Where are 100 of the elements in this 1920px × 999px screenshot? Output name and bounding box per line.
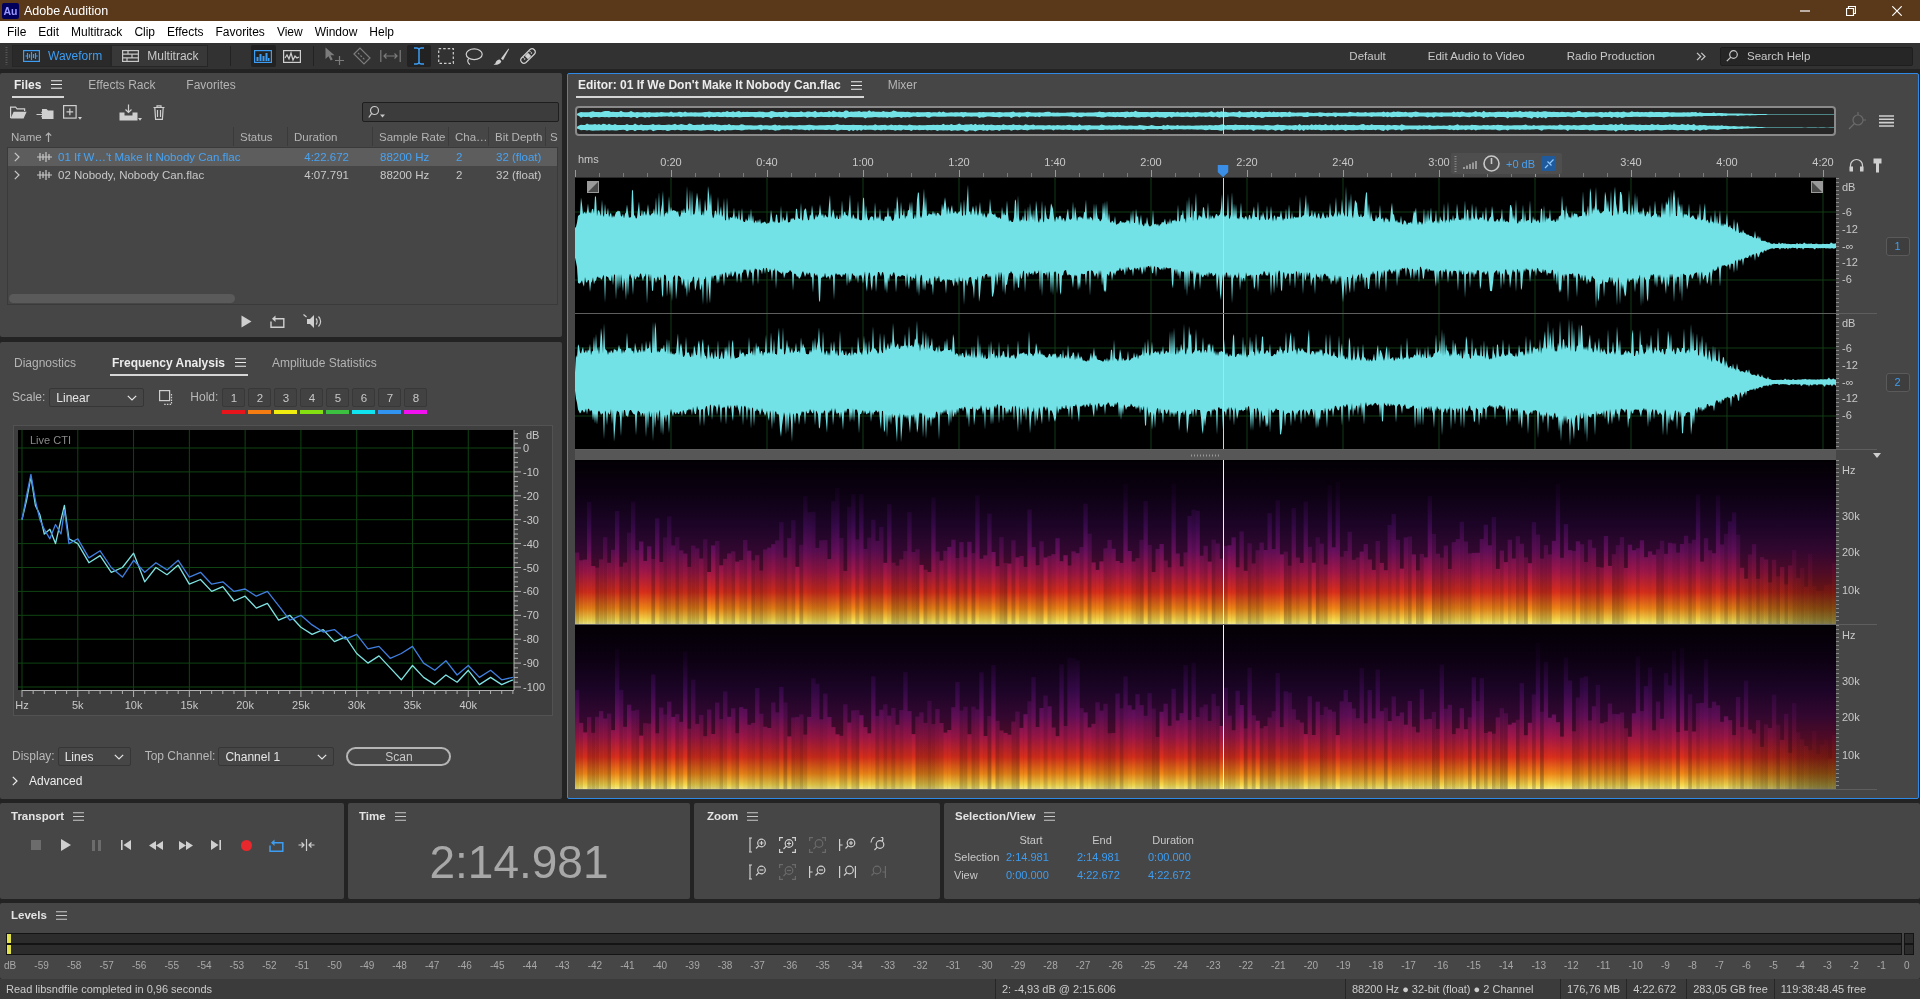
column-header[interactable]: Cha… <box>448 127 488 146</box>
close-icon[interactable] <box>1892 5 1902 16</box>
marker-pin-icon[interactable] <box>1873 157 1882 173</box>
fade-handle-icon[interactable] <box>1811 181 1823 193</box>
skip-to-start-icon[interactable] <box>121 840 131 850</box>
tool-button[interactable] <box>406 45 431 67</box>
menu-icon[interactable] <box>55 910 67 920</box>
pin-button[interactable] <box>1541 156 1557 171</box>
loop-icon[interactable] <box>269 315 285 328</box>
chevron-right-icon[interactable] <box>14 170 20 180</box>
knob-icon[interactable] <box>1483 155 1500 172</box>
panel-tab[interactable]: Frequency Analysis <box>110 351 248 376</box>
menu-item[interactable]: Favorites <box>209 25 271 39</box>
magnifier-rotate-icon[interactable] <box>868 837 886 853</box>
waveform-file-icon <box>37 170 52 180</box>
speaker-icon[interactable] <box>302 314 322 329</box>
menu-icon[interactable] <box>394 811 406 821</box>
hold-button[interactable]: 8 <box>404 388 428 407</box>
menu-item[interactable]: Window <box>308 25 364 39</box>
menu-icon[interactable] <box>73 811 85 821</box>
list-icon[interactable] <box>1879 115 1894 127</box>
time-value[interactable]: 0:00.000 <box>1006 869 1049 881</box>
double-chevron-right-icon[interactable] <box>1696 51 1706 61</box>
chevron-right-icon[interactable] <box>14 152 20 162</box>
time-value[interactable]: 4:22.672 <box>1077 869 1120 881</box>
menu-item[interactable]: Effects <box>161 25 210 39</box>
channel-dropdown[interactable]: Channel 1 <box>218 747 335 766</box>
scrollbar-thumb[interactable] <box>9 294 235 303</box>
fast-forward-icon[interactable] <box>179 840 193 850</box>
file-row[interactable]: 02 Nobody, Nobody Can.flac 4:07.791 88200 Hz 2 32 (float) <box>8 166 557 184</box>
editor-tab[interactable]: Mixer <box>885 74 962 98</box>
amplitude-zoom-in-icon[interactable] <box>748 837 766 853</box>
hold-button[interactable]: 5 <box>326 388 350 407</box>
column-header[interactable]: Duration <box>287 127 372 146</box>
search-field[interactable]: Search Help <box>1720 46 1913 66</box>
menu-icon[interactable] <box>747 811 759 821</box>
time-value[interactable]: 2:14.981 <box>1006 851 1049 863</box>
menu-item[interactable]: Clip <box>128 25 162 39</box>
hold-button[interactable]: 1 <box>222 388 246 407</box>
editor-tab[interactable]: Editor: 01 If We Don't Make It Nobody Can.flac <box>576 74 864 98</box>
menu-item[interactable]: Edit <box>32 25 66 39</box>
amplitude-zoom-out-icon[interactable] <box>748 864 766 880</box>
menu-item[interactable]: Help <box>363 25 401 39</box>
fade-handle-icon[interactable] <box>587 181 599 193</box>
skip-to-end-icon[interactable] <box>211 840 221 850</box>
menu-item[interactable]: Multitrack <box>65 25 129 39</box>
channel-button[interactable]: 2 <box>1885 372 1910 392</box>
hold-button[interactable]: 7 <box>378 388 402 407</box>
scale-dropdown[interactable]: Linear <box>49 388 145 407</box>
skip-selection-icon[interactable] <box>297 839 315 851</box>
column-header[interactable]: Sample Rate <box>372 127 448 146</box>
headphones-icon[interactable] <box>1849 158 1864 172</box>
advanced-toggle[interactable]: Advanced <box>12 774 83 788</box>
time-ruler[interactable]: hms 0:20 0:40 1:00 1:20 1:40 2:00 2:20 2:40 3:00 +0 dB 3:40 4:00 4:20 <box>575 152 1836 178</box>
column-header[interactable]: Bit Depth <box>488 127 545 146</box>
trash-icon[interactable] <box>153 104 165 120</box>
view-button[interactable]: Multitrack <box>111 45 208 67</box>
panel-tab[interactable]: Files <box>12 73 65 98</box>
panel-tab[interactable]: Favorites <box>184 73 261 98</box>
menu-icon[interactable] <box>1044 811 1056 821</box>
workspace-tab[interactable]: Default <box>1328 43 1407 69</box>
time-value[interactable]: 4:22.672 <box>1148 869 1191 881</box>
search-field[interactable] <box>362 102 559 122</box>
channel-button[interactable]: 1 <box>1885 236 1910 256</box>
overlapping-squares-icon[interactable] <box>159 390 175 405</box>
loop-icon[interactable] <box>268 838 284 852</box>
minimize-icon[interactable] <box>1800 9 1810 12</box>
folder-icon[interactable] <box>10 105 27 119</box>
display-toggle-button[interactable] <box>250 45 276 67</box>
hold-button[interactable]: 3 <box>274 388 298 407</box>
panel-tab[interactable]: Effects Rack <box>86 73 163 98</box>
rewind-icon[interactable] <box>149 840 163 850</box>
restore-icon[interactable] <box>1846 5 1856 16</box>
column-header[interactable]: Name <box>11 130 42 143</box>
frame-zoom-in-icon[interactable] <box>778 837 796 853</box>
menu-item[interactable]: File <box>1 25 33 39</box>
play-icon[interactable] <box>240 315 252 328</box>
scan-button[interactable]: Scan <box>346 747 452 766</box>
add-box-icon[interactable] <box>63 104 82 120</box>
time-value[interactable]: 0:00.000 <box>1148 851 1191 863</box>
hold-button[interactable]: 2 <box>248 388 272 407</box>
hold-button[interactable]: 4 <box>300 388 324 407</box>
play-icon[interactable] <box>61 839 71 851</box>
display-dropdown[interactable]: Lines <box>57 747 131 766</box>
double-bracket-zoom-icon[interactable] <box>838 864 856 880</box>
time-value[interactable]: 2:14.981 <box>1077 851 1120 863</box>
menu-item[interactable]: View <box>270 25 309 39</box>
triangle-down-icon[interactable] <box>1873 452 1881 458</box>
workspace-tab[interactable]: Radio Production <box>1545 43 1676 69</box>
i-beam-icon <box>412 47 425 65</box>
column-header[interactable]: Status <box>233 127 287 146</box>
panel-tab[interactable]: Amplitude Statistics <box>269 351 379 376</box>
hold-button[interactable]: 6 <box>352 388 376 407</box>
column-header[interactable]: S <box>545 127 558 146</box>
tray-download-icon[interactable] <box>119 103 142 121</box>
panel-tab[interactable]: Diagnostics <box>12 351 88 376</box>
workspace-tab[interactable]: Edit Audio to Video <box>1406 43 1546 69</box>
view-button[interactable]: Waveform <box>12 45 112 67</box>
bracket-zoom-out-icon[interactable] <box>808 864 826 880</box>
bracket-zoom-in-icon[interactable] <box>838 837 856 853</box>
